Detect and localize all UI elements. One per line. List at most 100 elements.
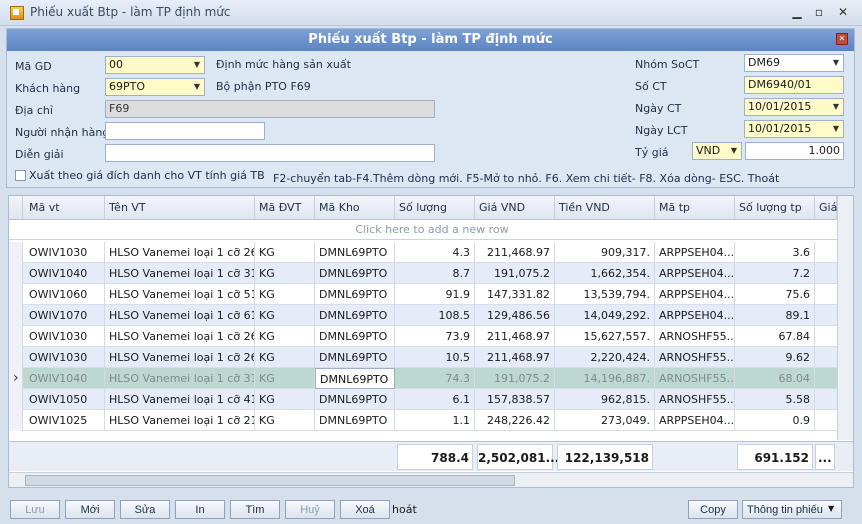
col-ma-kho[interactable]: Mã Kho bbox=[315, 196, 395, 220]
minimize-icon[interactable]: ▁ bbox=[788, 4, 806, 20]
cell-dvt[interactable]: KG bbox=[255, 347, 315, 368]
cell-ma-tp[interactable]: ARPPSEH04... bbox=[655, 242, 735, 263]
cell-ma-vt[interactable]: OWIV1030 bbox=[23, 347, 105, 368]
currency-select[interactable]: VND ▼ bbox=[692, 142, 742, 160]
ty-gia-field[interactable]: 1.000 bbox=[745, 142, 844, 160]
cell-ten-vt[interactable]: HLSO Vanemei loại 1 cỡ 21/25 bbox=[105, 410, 255, 431]
close-icon[interactable]: ✕ bbox=[834, 4, 852, 20]
col-gia-vnd[interactable]: Giá VND bbox=[475, 196, 555, 220]
delete-button[interactable]: Xoá bbox=[340, 500, 390, 519]
cell-so-luong-tp[interactable]: 5.58 bbox=[735, 389, 815, 410]
panel-close-icon[interactable]: ✕ bbox=[836, 33, 848, 45]
cell-so-luong-tp[interactable]: 9.62 bbox=[735, 347, 815, 368]
table-row[interactable]: OWIV1030HLSO Vanemei loại 1 cỡ 26/30KGDM… bbox=[9, 347, 853, 368]
chevron-down-icon[interactable]: ▼ bbox=[828, 504, 834, 513]
cell-tien-vnd[interactable]: 14,196,887. bbox=[555, 368, 655, 389]
table-row[interactable]: OWIV1030HLSO Vanemei loại 1 cỡ 26/30KGDM… bbox=[9, 326, 853, 347]
cell-gia-vnd[interactable]: 129,486.56 bbox=[475, 305, 555, 326]
cell-ten-vt[interactable]: HLSO Vanemei loại 1 cỡ 41/50 bbox=[105, 389, 255, 410]
copy-button[interactable]: Copy bbox=[688, 500, 738, 519]
row-header[interactable] bbox=[9, 389, 23, 410]
nguoi-nhan-field[interactable] bbox=[105, 122, 265, 140]
current-row-indicator[interactable]: › bbox=[9, 368, 23, 389]
col-ma-tp[interactable]: Mã tp bbox=[655, 196, 735, 220]
table-row[interactable]: OWIV1050HLSO Vanemei loại 1 cỡ 41/50KGDM… bbox=[9, 389, 853, 410]
col-so-luong-tp[interactable]: Số lượng tp bbox=[735, 196, 815, 220]
new-button[interactable]: Mới bbox=[65, 500, 115, 519]
cell-dvt[interactable]: KG bbox=[255, 242, 315, 263]
exit-button-label[interactable]: hoát bbox=[392, 503, 417, 516]
cell-so-luong[interactable]: 108.5 bbox=[395, 305, 475, 326]
cell-so-luong-tp[interactable]: 3.6 bbox=[735, 242, 815, 263]
cell-ma-vt[interactable]: OWIV1050 bbox=[23, 389, 105, 410]
find-button[interactable]: Tìm bbox=[230, 500, 280, 519]
row-header[interactable] bbox=[9, 284, 23, 305]
cell-ma-tp[interactable]: ARNOSHF55... bbox=[655, 326, 735, 347]
cell-so-luong-tp[interactable]: 0.9 bbox=[735, 410, 815, 431]
row-header[interactable] bbox=[9, 326, 23, 347]
info-button[interactable]: Thông tin phiếu bbox=[742, 500, 842, 519]
col-tien-vnd[interactable]: Tiền VND bbox=[555, 196, 655, 220]
cell-so-luong-tp[interactable]: 68.04 bbox=[735, 368, 815, 389]
cell-ma-tp[interactable]: ARPPSEH04... bbox=[655, 263, 735, 284]
cell-so-luong[interactable]: 8.7 bbox=[395, 263, 475, 284]
cell-ma-vt[interactable]: OWIV1030 bbox=[23, 242, 105, 263]
restore-icon[interactable]: ▫ bbox=[810, 4, 828, 20]
cell-so-luong[interactable]: 6.1 bbox=[395, 389, 475, 410]
cell-tien-vnd[interactable]: 15,627,557. bbox=[555, 326, 655, 347]
cell-kho[interactable]: DMNL69PTO bbox=[315, 326, 395, 347]
cell-tien-vnd[interactable]: 2,220,424. bbox=[555, 347, 655, 368]
table-row[interactable]: OWIV1060HLSO Vanemei loại 1 cỡ 51/60KGDM… bbox=[9, 284, 853, 305]
cell-ten-vt[interactable]: HLSO Vanemei loại 1 cỡ 26/30 bbox=[105, 326, 255, 347]
dia-chi-field[interactable]: F69 bbox=[105, 100, 435, 118]
cell-ma-tp[interactable]: ARNOSHF55... bbox=[655, 389, 735, 410]
chevron-down-icon[interactable]: ▼ bbox=[191, 58, 203, 72]
cell-so-luong[interactable]: 73.9 bbox=[395, 326, 475, 347]
cell-gia-vnd[interactable]: 191,075.2 bbox=[475, 368, 555, 389]
cell-tien-vnd[interactable]: 909,317. bbox=[555, 242, 655, 263]
cell-kho[interactable]: DMNL69PTO bbox=[315, 305, 395, 326]
cancel-button[interactable]: Huỷ bbox=[285, 500, 335, 519]
cell-ten-vt[interactable]: HLSO Vanemei loại 1 cỡ 26/30 bbox=[105, 347, 255, 368]
cell-so-luong[interactable]: 10.5 bbox=[395, 347, 475, 368]
chevron-down-icon[interactable]: ▼ bbox=[191, 80, 203, 94]
table-row[interactable]: ›OWIV1040HLSO Vanemei loại 1 cỡ 31/40KGD… bbox=[9, 368, 853, 389]
cell-ma-vt[interactable]: OWIV1030 bbox=[23, 326, 105, 347]
cell-so-luong-tp[interactable]: 67.84 bbox=[735, 326, 815, 347]
edit-button[interactable]: Sửa bbox=[120, 500, 170, 519]
cell-dvt[interactable]: KG bbox=[255, 326, 315, 347]
cell-ten-vt[interactable]: HLSO Vanemei loại 1 cỡ 61/70 bbox=[105, 305, 255, 326]
cell-so-luong[interactable]: 91.9 bbox=[395, 284, 475, 305]
col-so-luong[interactable]: Số lượng bbox=[395, 196, 475, 220]
scroll-thumb[interactable] bbox=[25, 475, 515, 486]
cell-so-luong-tp[interactable]: 89.1 bbox=[735, 305, 815, 326]
cell-kho[interactable]: DMNL69PTO bbox=[315, 410, 395, 431]
cell-gia-vnd[interactable]: 157,838.57 bbox=[475, 389, 555, 410]
cell-kho[interactable]: DMNL69PTO bbox=[315, 368, 395, 389]
cell-kho[interactable]: DMNL69PTO bbox=[315, 389, 395, 410]
cell-ma-tp[interactable]: ARNOSHF55... bbox=[655, 347, 735, 368]
cell-ma-tp[interactable]: ARPPSEH04... bbox=[655, 305, 735, 326]
ma-gd-select[interactable]: 00 ▼ bbox=[105, 56, 205, 74]
cell-ma-vt[interactable]: OWIV1025 bbox=[23, 410, 105, 431]
nhom-soct-select[interactable]: DM69 ▼ bbox=[744, 54, 844, 72]
horizontal-scrollbar[interactable] bbox=[9, 472, 853, 487]
chevron-down-icon[interactable]: ▼ bbox=[830, 100, 842, 114]
cell-dvt[interactable]: KG bbox=[255, 305, 315, 326]
row-header[interactable] bbox=[9, 347, 23, 368]
cell-ma-vt[interactable]: OWIV1040 bbox=[23, 368, 105, 389]
cell-so-luong[interactable]: 74.3 bbox=[395, 368, 475, 389]
cell-so-luong-tp[interactable]: 7.2 bbox=[735, 263, 815, 284]
cell-tien-vnd[interactable]: 13,539,794. bbox=[555, 284, 655, 305]
row-header[interactable] bbox=[9, 305, 23, 326]
cell-ten-vt[interactable]: HLSO Vanemei loại 1 cỡ 51/60 bbox=[105, 284, 255, 305]
cell-ten-vt[interactable]: HLSO Vanemei loại 1 cỡ 26/30 bbox=[105, 242, 255, 263]
row-header[interactable] bbox=[9, 410, 23, 431]
cell-ten-vt[interactable]: HLSO Vanemei loại 1 cỡ 31/40 bbox=[105, 263, 255, 284]
cell-dvt[interactable]: KG bbox=[255, 389, 315, 410]
cell-gia-vnd[interactable]: 191,075.2 bbox=[475, 263, 555, 284]
chevron-down-icon[interactable]: ▼ bbox=[830, 122, 842, 136]
xuat-theo-checkbox[interactable] bbox=[15, 170, 26, 181]
cell-tien-vnd[interactable]: 273,049. bbox=[555, 410, 655, 431]
cell-so-luong[interactable]: 4.3 bbox=[395, 242, 475, 263]
